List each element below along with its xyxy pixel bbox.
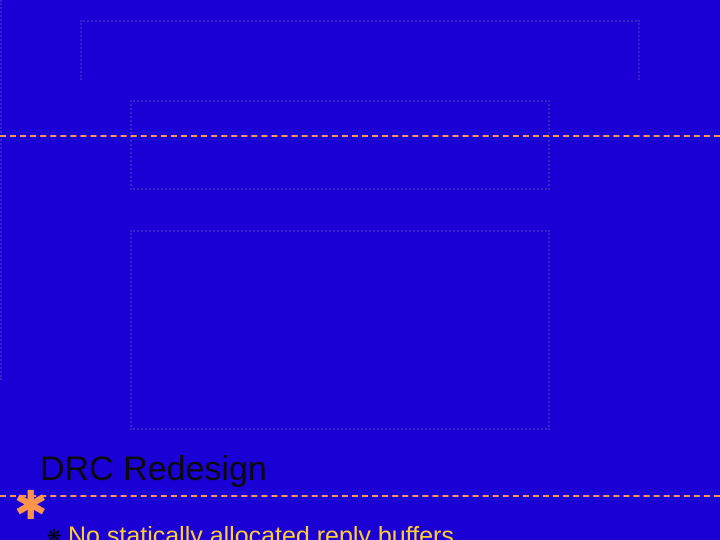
bullet-list: ❋ No statically allocated reply buffers … <box>40 521 680 540</box>
decor-box-1 <box>130 100 550 190</box>
slide-title: DRC Redesign <box>40 450 680 489</box>
list-item: ❋ No statically allocated reply buffers <box>40 521 680 540</box>
star-icon: ✱ <box>14 486 48 526</box>
decor-border-top <box>80 20 640 80</box>
dashed-divider-top <box>0 135 720 137</box>
bullet-text: No statically allocated reply buffers <box>68 521 680 540</box>
decor-border-left <box>0 0 2 380</box>
slide-content: DRC Redesign ❋ No statically allocated r… <box>0 380 720 540</box>
